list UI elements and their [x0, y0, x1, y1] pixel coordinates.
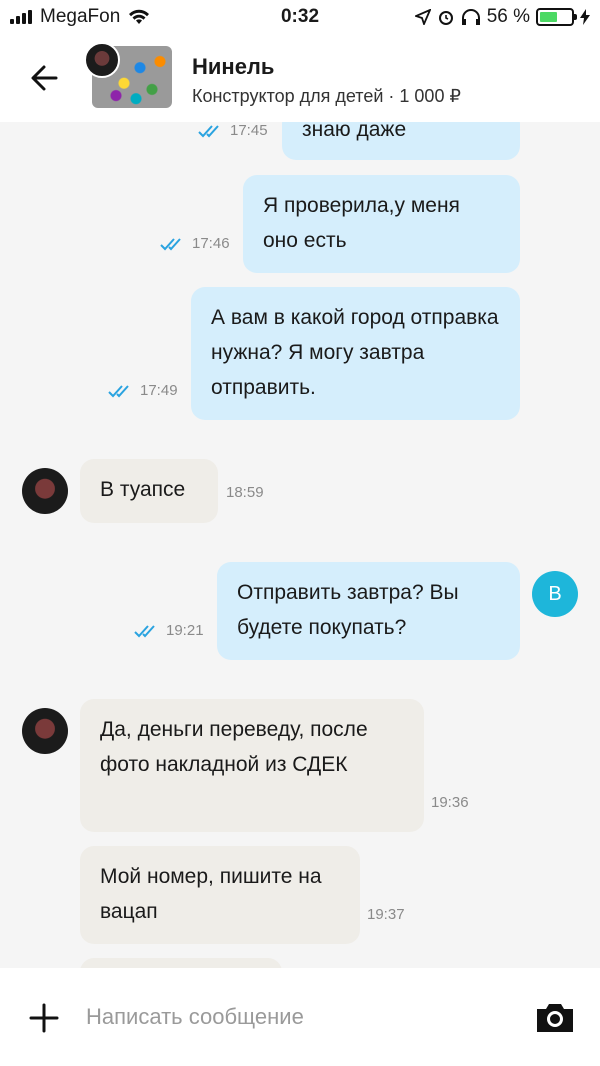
- double-check-icon: [198, 124, 219, 137]
- message-bubble-outgoing[interactable]: А вам в какой город отправка нужна? Я мо…: [191, 287, 520, 420]
- message-composer: Написать сообщение: [0, 968, 600, 1066]
- message-bubble-outgoing[interactable]: Я проверила,у меня оно есть: [243, 175, 520, 273]
- listing-subtitle[interactable]: Конструктор для детей · 1 000 ₽: [192, 86, 461, 107]
- message-text: знаю даже: [302, 122, 407, 141]
- message-bubble-outgoing[interactable]: Отправить завтра? Вы будете покупать?: [217, 562, 520, 660]
- message-text: Я проверила,у меня оно есть: [263, 194, 460, 252]
- message-time: 19:21: [166, 622, 204, 639]
- contact-avatar[interactable]: [22, 708, 68, 754]
- self-avatar[interactable]: В: [532, 571, 578, 617]
- double-check-icon: [108, 384, 129, 397]
- message-time: 17:46: [192, 235, 230, 252]
- battery-icon: [536, 8, 577, 26]
- message-input[interactable]: Написать сообщение: [86, 1004, 304, 1030]
- message-bubble-incoming[interactable]: [80, 958, 282, 968]
- battery-percent: 56 %: [486, 6, 530, 27]
- message-text: Мой номер, пишите на вацап: [100, 865, 322, 923]
- message-time: 17:45: [230, 122, 268, 139]
- attach-plus-icon[interactable]: [28, 1002, 60, 1034]
- message-bubble-incoming[interactable]: Мой номер, пишите на вацап: [80, 846, 360, 944]
- message-meta: 19:36: [431, 794, 469, 811]
- message-meta: 17:49: [108, 382, 178, 399]
- message-meta: 17:45: [198, 122, 268, 139]
- message-meta: 19:21: [134, 622, 204, 639]
- double-check-icon: [134, 624, 155, 637]
- message-list[interactable]: знаю даже 17:45 Я проверила,у меня оно е…: [0, 122, 600, 968]
- message-text: Да, деньги переведу, после фото накладно…: [100, 718, 368, 776]
- message-meta: 18:59: [226, 484, 264, 501]
- back-arrow-icon[interactable]: [26, 60, 62, 96]
- message-text: В туапсе: [100, 478, 186, 501]
- alarm-icon: [438, 11, 453, 25]
- message-meta: 17:46: [160, 235, 230, 252]
- message-bubble-incoming[interactable]: Да, деньги переведу, после фото накладно…: [80, 699, 424, 832]
- contact-avatar[interactable]: [84, 42, 120, 78]
- message-bubble-incoming[interactable]: В туапсе: [80, 459, 218, 523]
- contact-name[interactable]: Нинель: [192, 54, 274, 80]
- message-time: 18:59: [226, 484, 264, 501]
- contact-avatar[interactable]: [22, 468, 68, 514]
- headphones-icon: [461, 9, 480, 25]
- status-bar: MegaFon 0:32 56 %: [0, 0, 600, 34]
- message-meta: 19:37: [367, 906, 405, 923]
- message-time: 17:49: [140, 382, 178, 399]
- charging-icon: [580, 9, 590, 25]
- chat-header: Нинель Конструктор для детей · 1 000 ₽: [0, 34, 600, 122]
- message-text: Отправить завтра? Вы будете покупать?: [237, 581, 459, 639]
- location-icon: [414, 9, 431, 25]
- message-time: 19:36: [431, 794, 469, 811]
- message-text: А вам в какой город отправка нужна? Я мо…: [211, 306, 499, 399]
- message-time: 19:37: [367, 906, 405, 923]
- camera-icon[interactable]: [534, 1000, 576, 1034]
- message-bubble-outgoing[interactable]: знаю даже: [282, 122, 520, 160]
- double-check-icon: [160, 237, 181, 250]
